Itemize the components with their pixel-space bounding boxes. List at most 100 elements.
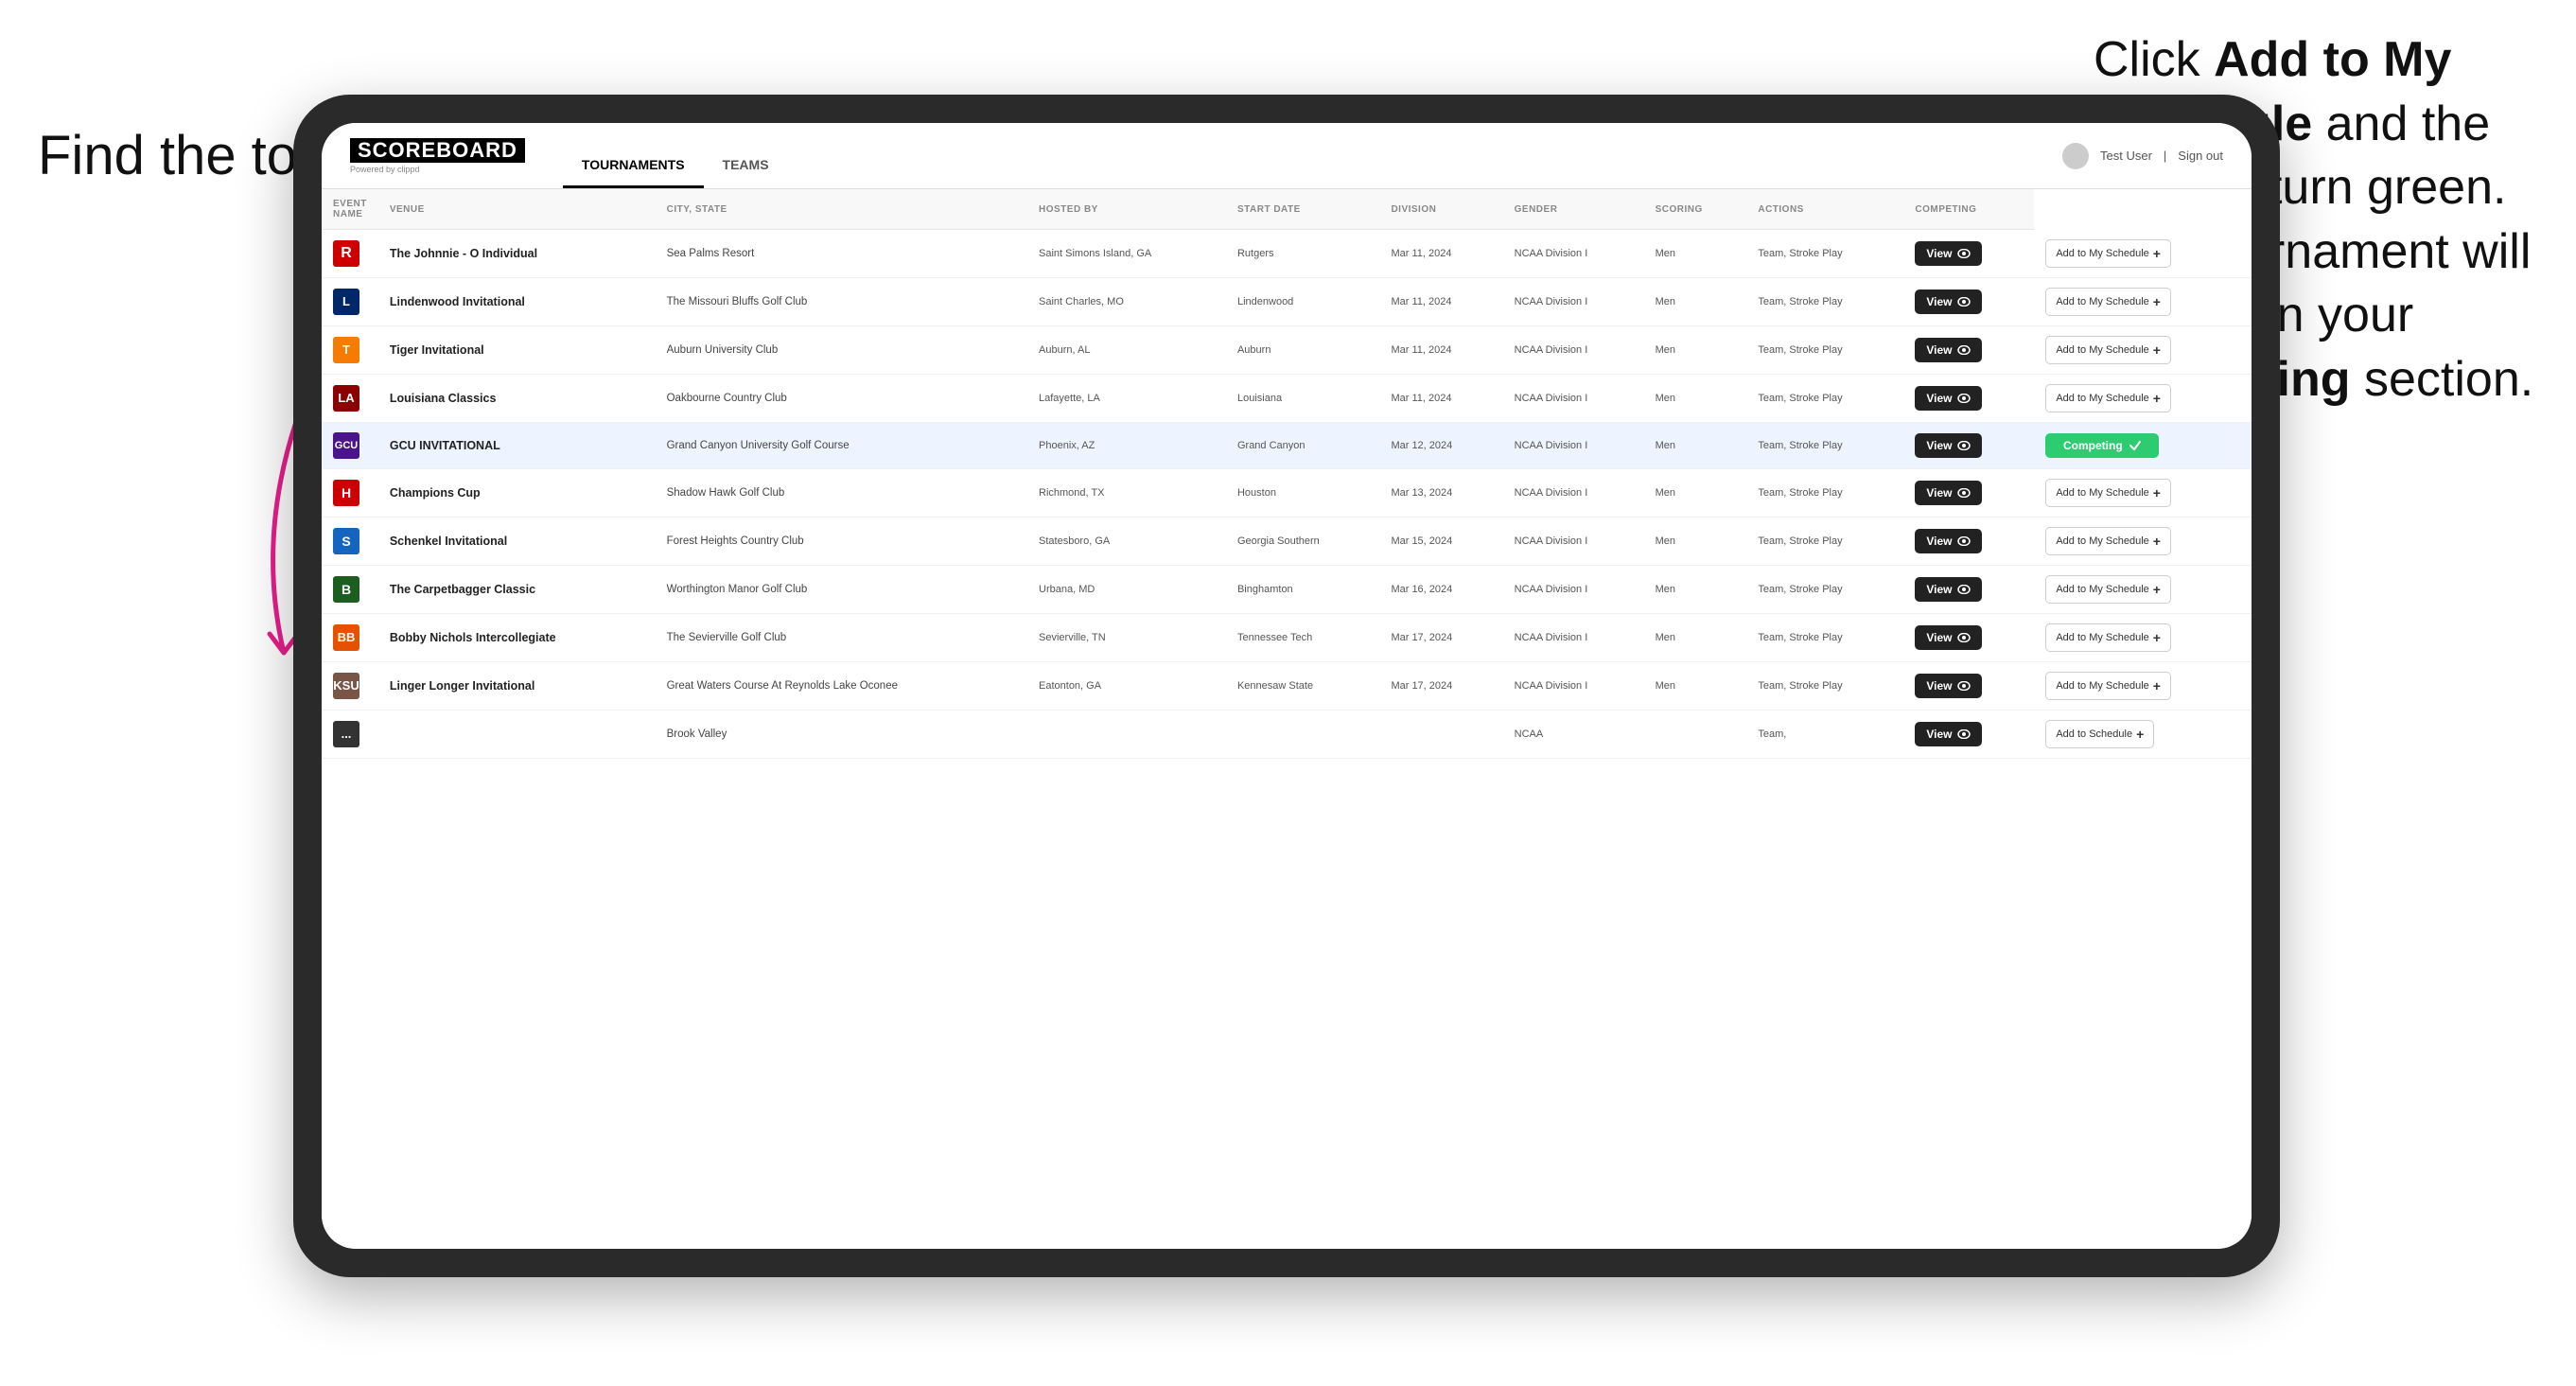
cell-city: Urbana, MD — [1027, 565, 1226, 613]
logo-powered: Powered by clippd — [350, 165, 525, 174]
cell-actions: View — [1903, 277, 2034, 325]
table-row: BThe Carpetbagger ClassicWorthington Man… — [322, 565, 2252, 613]
cell-scoring: Team, Stroke Play — [1746, 517, 1903, 565]
cell-date: Mar 11, 2024 — [1379, 325, 1502, 374]
cell-event-name: Schenkel Invitational — [378, 517, 656, 565]
col-header-actions: ACTIONS — [1746, 189, 1903, 230]
cell-gender: Men — [1644, 517, 1747, 565]
tab-tournaments[interactable]: TOURNAMENTS — [563, 123, 704, 188]
cell-hosted: Houston — [1226, 468, 1379, 517]
view-button[interactable]: View — [1915, 481, 1981, 505]
event-name-text: Bobby Nichols Intercollegiate — [390, 631, 556, 644]
cell-actions: View — [1903, 325, 2034, 374]
cell-gender: Men — [1644, 277, 1747, 325]
cell-city: Statesboro, GA — [1027, 517, 1226, 565]
cell-scoring: Team, Stroke Play — [1746, 565, 1903, 613]
cell-scoring: Team, Stroke Play — [1746, 277, 1903, 325]
cell-date — [1379, 710, 1502, 758]
team-logo: L — [333, 289, 359, 315]
view-button[interactable]: View — [1915, 529, 1981, 553]
cell-division: NCAA Division I — [1503, 517, 1644, 565]
event-name-text: Schenkel Invitational — [390, 535, 507, 548]
view-button[interactable]: View — [1915, 433, 1981, 458]
cell-hosted: Grand Canyon — [1226, 422, 1379, 468]
cell-division: NCAA — [1503, 710, 1644, 758]
cell-event-name: Louisiana Classics — [378, 374, 656, 422]
event-name-text: The Johnnie - O Individual — [390, 247, 537, 260]
event-name-text: Linger Longer Invitational — [390, 679, 534, 693]
team-logo: S — [333, 528, 359, 554]
view-button[interactable]: View — [1915, 674, 1981, 698]
cell-gender: Men — [1644, 468, 1747, 517]
cell-competing: Add to My Schedule + — [2034, 613, 2252, 661]
cell-venue: Oakbourne Country Club — [656, 374, 1027, 422]
cell-actions: View — [1903, 613, 2034, 661]
cell-scoring: Team, Stroke Play — [1746, 230, 1903, 278]
view-button[interactable]: View — [1915, 289, 1981, 314]
add-to-schedule-button[interactable]: Add to My Schedule + — [2045, 575, 2171, 604]
cell-actions: View — [1903, 374, 2034, 422]
cell-venue: Auburn University Club — [656, 325, 1027, 374]
user-avatar — [2062, 143, 2089, 169]
cell-event-name: Tiger Invitational — [378, 325, 656, 374]
add-to-schedule-button[interactable]: Add to My Schedule + — [2045, 623, 2171, 652]
event-name-text: Louisiana Classics — [390, 392, 497, 405]
cell-gender — [1644, 710, 1747, 758]
col-header-division: DIVISION — [1379, 189, 1502, 230]
view-button[interactable]: View — [1915, 722, 1981, 746]
cell-competing: Add to My Schedule + — [2034, 277, 2252, 325]
tab-teams[interactable]: TEAMS — [704, 123, 788, 188]
cell-hosted: Rutgers — [1226, 230, 1379, 278]
view-button[interactable]: View — [1915, 386, 1981, 411]
cell-gender: Men — [1644, 422, 1747, 468]
cell-competing: Add to My Schedule + — [2034, 565, 2252, 613]
cell-gender: Men — [1644, 374, 1747, 422]
cell-gender: Men — [1644, 325, 1747, 374]
cell-scoring: Team, — [1746, 710, 1903, 758]
col-header-gender: GENDER — [1503, 189, 1644, 230]
view-button[interactable]: View — [1915, 241, 1981, 266]
view-button[interactable]: View — [1915, 338, 1981, 362]
add-to-schedule-button[interactable]: Add to My Schedule + — [2045, 384, 2171, 412]
cell-event-name: GCU INVITATIONAL — [378, 422, 656, 468]
competing-button[interactable]: Competing — [2045, 433, 2159, 458]
cell-competing: Add to My Schedule + — [2034, 325, 2252, 374]
nav-tabs: TOURNAMENTS TEAMS — [563, 123, 788, 188]
cell-gender: Men — [1644, 661, 1747, 710]
view-button[interactable]: View — [1915, 577, 1981, 602]
add-to-schedule-button[interactable]: Add to My Schedule + — [2045, 239, 2171, 268]
col-header-scoring: SCORING — [1644, 189, 1747, 230]
cell-venue: Great Waters Course At Reynolds Lake Oco… — [656, 661, 1027, 710]
cell-event-name: Lindenwood Invitational — [378, 277, 656, 325]
cell-logo: BB — [322, 613, 378, 661]
add-to-schedule-button[interactable]: Add to My Schedule + — [2045, 527, 2171, 555]
cell-date: Mar 13, 2024 — [1379, 468, 1502, 517]
cell-hosted: Tennessee Tech — [1226, 613, 1379, 661]
cell-venue: Shadow Hawk Golf Club — [656, 468, 1027, 517]
cell-hosted: Lindenwood — [1226, 277, 1379, 325]
add-to-schedule-button[interactable]: Add to My Schedule + — [2045, 479, 2171, 507]
cell-event-name — [378, 710, 656, 758]
cell-logo: LA — [322, 374, 378, 422]
cell-actions: View — [1903, 422, 2034, 468]
team-logo: ... — [333, 721, 359, 747]
cell-logo: S — [322, 517, 378, 565]
cell-scoring: Team, Stroke Play — [1746, 325, 1903, 374]
cell-event-name: Bobby Nichols Intercollegiate — [378, 613, 656, 661]
view-button[interactable]: View — [1915, 625, 1981, 650]
sign-out-link[interactable]: Sign out — [2178, 149, 2223, 163]
cell-logo: R — [322, 230, 378, 278]
table-row: HChampions CupShadow Hawk Golf ClubRichm… — [322, 468, 2252, 517]
cell-division: NCAA Division I — [1503, 468, 1644, 517]
add-to-schedule-button[interactable]: Add to My Schedule + — [2045, 672, 2171, 700]
event-name-text: GCU INVITATIONAL — [390, 439, 500, 452]
cell-gender: Men — [1644, 613, 1747, 661]
cell-hosted: Kennesaw State — [1226, 661, 1379, 710]
user-name: Test User — [2100, 149, 2152, 163]
cell-date: Mar 11, 2024 — [1379, 230, 1502, 278]
tournaments-table: EVENT NAME VENUE CITY, STATE HOSTED BY S… — [322, 189, 2252, 759]
add-to-schedule-button[interactable]: Add to Schedule + — [2045, 720, 2154, 748]
add-to-schedule-button[interactable]: Add to My Schedule + — [2045, 288, 2171, 316]
cell-gender: Men — [1644, 230, 1747, 278]
add-to-schedule-button[interactable]: Add to My Schedule + — [2045, 336, 2171, 364]
